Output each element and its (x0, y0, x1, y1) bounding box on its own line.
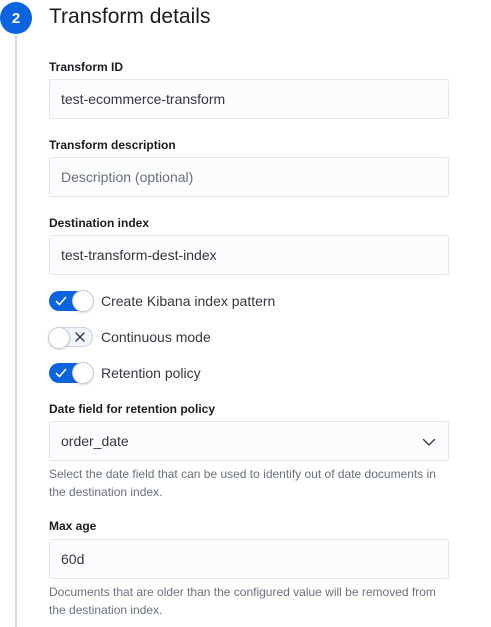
max-age-help-text: Documents that are older than the config… (49, 585, 436, 617)
step-title: Transform details (49, 5, 211, 28)
check-icon (55, 368, 67, 378)
date-field-select[interactable]: order_date (49, 421, 449, 461)
transform-description-placeholder: Description (optional) (61, 169, 194, 185)
date-field-help-text: Select the date field that can be used t… (49, 467, 436, 499)
kibana-index-pattern-label: Create Kibana index pattern (101, 293, 276, 309)
cross-icon (75, 332, 85, 342)
transform-id-value: test-ecommerce-transform (61, 91, 226, 107)
transform-details-step: 2 Transform details Transform ID test-ec… (0, 0, 491, 627)
transform-description-label: Transform description (49, 138, 176, 152)
transform-id-input[interactable]: test-ecommerce-transform (49, 79, 449, 119)
max-age-input[interactable]: 60d (49, 539, 449, 579)
date-field-selected-value: order_date (61, 433, 129, 449)
switch-knob (48, 327, 70, 349)
continuous-mode-switch-row: Continuous mode (48, 326, 211, 349)
retention-policy-switch-row: Retention policy (49, 362, 201, 384)
destination-index-input[interactable]: test-transform-dest-index (49, 235, 449, 275)
switch-knob (72, 290, 94, 312)
date-field-label: Date field for retention policy (49, 402, 216, 416)
continuous-mode-switch[interactable] (48, 327, 93, 349)
chevron-down-icon (422, 438, 436, 446)
destination-index-value: test-transform-dest-index (61, 247, 217, 263)
retention-policy-switch[interactable] (49, 362, 94, 384)
kibana-index-pattern-switch-row: Create Kibana index pattern (49, 290, 275, 312)
destination-index-label: Destination index (49, 216, 150, 230)
step-connector-line (15, 36, 17, 627)
step-number-badge: 2 (0, 2, 32, 34)
max-age-label: Max age (49, 519, 97, 533)
check-icon (55, 296, 67, 306)
kibana-index-pattern-switch[interactable] (49, 290, 94, 312)
max-age-value: 60d (61, 551, 85, 567)
retention-policy-label: Retention policy (101, 365, 201, 381)
step-number: 2 (11, 9, 21, 27)
continuous-mode-label: Continuous mode (101, 329, 211, 345)
transform-description-input[interactable]: Description (optional) (49, 157, 449, 197)
transform-id-label: Transform ID (49, 60, 124, 74)
switch-knob (72, 362, 94, 384)
